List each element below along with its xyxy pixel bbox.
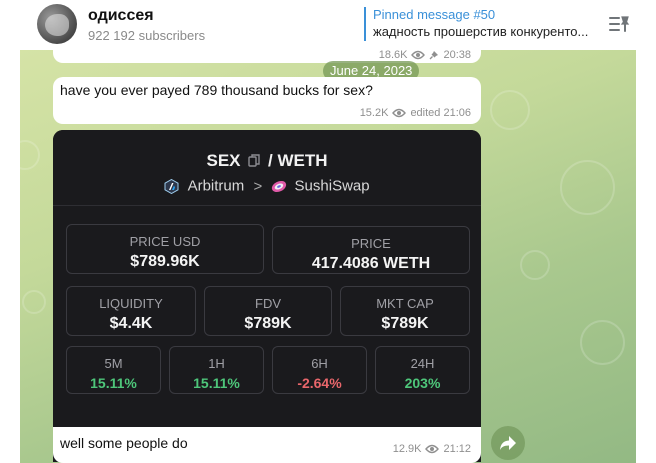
pinned-message-bar[interactable]: Pinned message #50 жадность прошерстив к…	[364, 7, 596, 41]
message-text: well some people do	[60, 435, 188, 451]
message-time: 20:38	[443, 50, 471, 61]
eye-icon	[425, 444, 440, 454]
arbitrum-icon	[164, 178, 179, 194]
background-doodle	[580, 320, 625, 365]
route-separator: >	[253, 177, 263, 195]
price-usd-value: $789.96K	[130, 253, 200, 270]
background-doodle	[22, 290, 46, 314]
mkt-cap-value: $789K	[381, 315, 429, 332]
edited-time: edited 21:06	[410, 107, 471, 119]
pinned-message-preview: жадность прошерстив конкуренто...	[373, 24, 589, 39]
price-usd-box: PRICE USD $789.96K	[66, 224, 264, 274]
background-doodle	[560, 160, 615, 215]
change-value: -2.64%	[297, 375, 342, 391]
price-weth-box: PRICE 417.4086 WETH	[272, 226, 470, 274]
change-6h-box: 6H -2.64%	[272, 346, 367, 394]
token-stats-image[interactable]: SEX / WETH Arbitrum > SushiSwap PRICE US…	[53, 130, 481, 462]
price-value: 417.4086 WETH	[311, 255, 431, 272]
view-count: 15.2K	[359, 107, 389, 119]
change-value: 15.11%	[90, 375, 137, 391]
token-pair: SEX / WETH	[53, 151, 481, 172]
pair-quote: WETH	[277, 151, 328, 170]
share-icon	[500, 436, 516, 450]
message-text: have you ever payed 789 thousand bucks f…	[60, 82, 373, 98]
chat-background: 18.6K 20:38 June 24, 2023 have you ever …	[20, 50, 636, 463]
chat-header: одиссея 922 192 subscribers Pinned messa…	[0, 0, 656, 50]
change-24h-box: 24H 203%	[375, 346, 470, 394]
message-meta: 18.6K 20:38	[379, 50, 471, 61]
question-message-bubble[interactable]: have you ever payed 789 thousand bucks f…	[53, 77, 481, 124]
change-value: 203%	[404, 375, 441, 391]
message-meta: 12.9K 21:12	[393, 443, 471, 455]
pin-icon	[430, 51, 439, 60]
sushiswap-icon	[271, 179, 287, 194]
change-label: 1H	[208, 356, 225, 371]
answer-message-bubble[interactable]: well some people do 12.9K 21:12	[53, 427, 481, 463]
background-doodle	[520, 250, 550, 280]
token-pair-header: SEX / WETH Arbitrum > SushiSwap	[53, 130, 481, 206]
dex-name: SushiSwap	[294, 177, 370, 195]
background-doodle	[20, 140, 40, 170]
change-label: 24H	[410, 356, 435, 371]
liquidity-value: $4.4K	[109, 315, 153, 332]
change-label: 5M	[104, 356, 123, 371]
change-value: 15.11%	[193, 375, 240, 391]
fdv-value: $789K	[244, 315, 292, 332]
mkt-cap-box: MKT CAP $789K	[340, 286, 470, 336]
view-count: 12.9K	[392, 443, 422, 455]
pair-base: SEX	[206, 151, 241, 170]
chain-name: Arbitrum	[187, 177, 245, 195]
mkt-cap-label: MKT CAP	[376, 296, 434, 311]
view-count: 18.6K	[378, 50, 408, 61]
chain-route: Arbitrum > SushiSwap	[53, 177, 481, 195]
channel-avatar[interactable]	[37, 4, 77, 44]
channel-title[interactable]: одиссея	[88, 7, 154, 25]
change-5m-box: 5M 15.11%	[66, 346, 161, 394]
liquidity-box: LIQUIDITY $4.4K	[66, 286, 196, 336]
change-label: 6H	[311, 356, 328, 371]
previous-message-bubble[interactable]: 18.6K 20:38	[53, 50, 481, 63]
subscriber-count: 922 192 subscribers	[88, 28, 206, 43]
pinned-message-title: Pinned message #50	[373, 7, 496, 22]
price-label: PRICE	[351, 236, 391, 251]
pair-separator: /	[267, 151, 273, 170]
fdv-box: FDV $789K	[204, 286, 332, 336]
copy-icon	[248, 152, 260, 172]
share-button[interactable]	[491, 426, 525, 460]
pinned-list-icon[interactable]	[608, 13, 630, 35]
fdv-label: FDV	[255, 296, 281, 311]
eye-icon	[411, 50, 426, 60]
eye-icon	[392, 108, 407, 118]
price-usd-label: PRICE USD	[129, 234, 201, 249]
message-time: 21:12	[443, 443, 471, 455]
background-doodle	[490, 90, 530, 130]
liquidity-label: LIQUIDITY	[99, 296, 163, 311]
change-1h-box: 1H 15.11%	[169, 346, 264, 394]
message-meta: 15.2K edited 21:06	[360, 107, 471, 119]
